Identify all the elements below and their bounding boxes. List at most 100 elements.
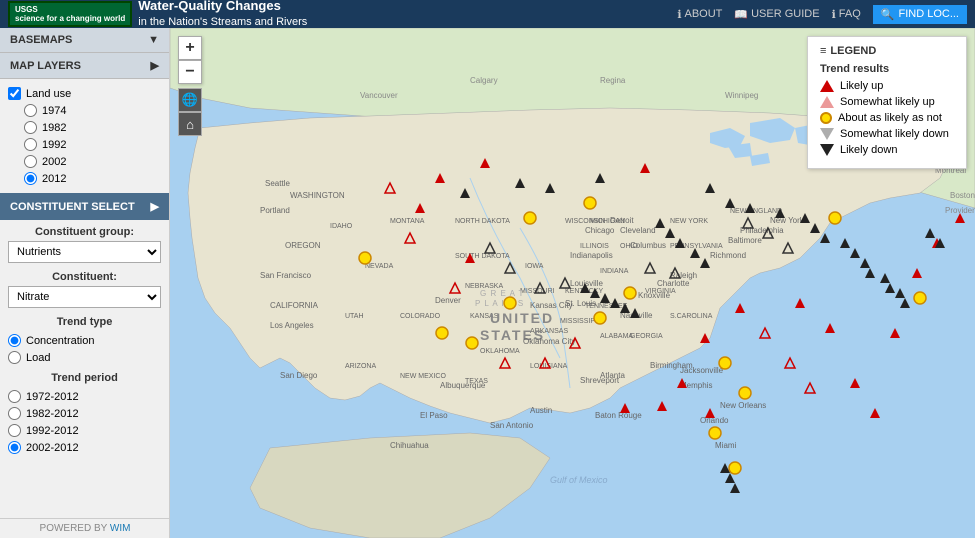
year-2012[interactable]: 2012	[24, 170, 161, 187]
likely-down-icon	[820, 144, 834, 156]
svg-text:COLORADO: COLORADO	[400, 313, 441, 320]
year-1982[interactable]: 1982	[24, 119, 161, 136]
svg-text:Richmond: Richmond	[710, 251, 746, 260]
period-1972[interactable]: 1972-2012	[8, 388, 161, 405]
land-use-checkbox[interactable]	[8, 87, 21, 100]
constituent-select-header[interactable]: CONSTITUENT SELECT ▶	[0, 193, 169, 220]
constituent-select[interactable]: Nitrate	[8, 286, 161, 308]
faq-nav[interactable]: ℹ FAQ	[832, 8, 861, 21]
year-options: 1974 1982 1992 2002 2012	[8, 102, 161, 187]
sidebar-top-controls: BASEMAPS ▼ MAP LAYERS ▶	[0, 28, 169, 79]
svg-text:Miami: Miami	[715, 441, 737, 450]
globe-button[interactable]: 🌐	[178, 88, 202, 112]
svg-text:Cleveland: Cleveland	[620, 226, 656, 235]
find-location-button[interactable]: 🔍 FIND LOC...	[873, 5, 967, 24]
svg-text:San Antonio: San Antonio	[490, 421, 534, 430]
svg-text:NEW YORK: NEW YORK	[670, 218, 708, 225]
svg-text:IDAHO: IDAHO	[330, 223, 353, 230]
legend-likely-down: Likely down	[820, 144, 954, 156]
period-1992[interactable]: 1992-2012	[8, 422, 161, 439]
svg-text:ARIZONA: ARIZONA	[345, 363, 376, 370]
svg-text:Jacksonville: Jacksonville	[680, 366, 724, 375]
svg-text:San Francisco: San Francisco	[260, 271, 312, 280]
constituent-label: Constituent:	[8, 271, 161, 283]
marker-about-as-not	[359, 252, 371, 264]
wim-link[interactable]: WIM	[110, 523, 131, 534]
globe-icon: 🌐	[182, 92, 198, 108]
marker-about-as-not	[524, 212, 536, 224]
legend-icon: ≡	[820, 45, 826, 57]
chevron-icon: ▶	[151, 59, 159, 72]
constituent-group-field: Constituent group: Nutrients	[8, 226, 161, 263]
marker-about-as-not	[436, 327, 448, 339]
svg-text:Baton Rouge: Baton Rouge	[595, 411, 642, 420]
year-2002[interactable]: 2002	[24, 153, 161, 170]
svg-text:El Paso: El Paso	[420, 411, 448, 420]
trend-concentration[interactable]: Concentration	[8, 332, 161, 349]
basemaps-toggle[interactable]: BASEMAPS ▼	[0, 28, 169, 53]
svg-text:ILLINOIS: ILLINOIS	[580, 243, 609, 250]
svg-text:Charlotte: Charlotte	[657, 279, 690, 288]
usgs-logo: USGS science for a changing world Water-…	[8, 0, 307, 30]
svg-text:Kansas City: Kansas City	[530, 301, 573, 310]
marker-about-as-not	[584, 197, 596, 209]
svg-text:ALABAMA: ALABAMA	[600, 333, 633, 340]
marker-about-as-not	[729, 462, 741, 474]
trend-load[interactable]: Load	[8, 349, 161, 366]
svg-text:Boston: Boston	[950, 191, 975, 200]
svg-text:NEW MEXICO: NEW MEXICO	[400, 373, 446, 380]
svg-text:NEW ENGLAND: NEW ENGLAND	[730, 208, 782, 215]
constituent-group-label: Constituent group:	[8, 226, 161, 238]
svg-text:P L A I N S: P L A I N S	[475, 299, 524, 308]
marker-about-as-not	[914, 292, 926, 304]
usgs-badge: USGS science for a changing world	[8, 1, 132, 27]
marker-about-as-not	[739, 387, 751, 399]
svg-text:Regina: Regina	[600, 76, 626, 85]
svg-text:Chihuahua: Chihuahua	[390, 441, 429, 450]
svg-text:OKLAHOMA: OKLAHOMA	[480, 348, 520, 355]
svg-text:Indianapolis: Indianapolis	[570, 251, 613, 260]
svg-text:Denver: Denver	[435, 296, 461, 305]
concentration-radio[interactable]	[8, 334, 21, 347]
svg-text:Chicago: Chicago	[585, 226, 615, 235]
svg-text:OREGON: OREGON	[285, 241, 321, 250]
trend-period-title: Trend period	[8, 372, 161, 384]
legend-somewhat-down: Somewhat likely down	[820, 128, 954, 140]
zoom-out-button[interactable]: −	[178, 60, 202, 84]
svg-text:Los Angeles: Los Angeles	[270, 321, 314, 330]
legend-header: ≡ LEGEND	[820, 45, 954, 57]
marker-about-as-not	[719, 357, 731, 369]
marker-about-as-not	[466, 337, 478, 349]
year-1992[interactable]: 1992	[24, 136, 161, 153]
load-radio[interactable]	[8, 351, 21, 364]
map-container[interactable]: WASHINGTON OREGON CALIFORNIA IDAHO NEVAD…	[170, 28, 975, 538]
period-2002[interactable]: 2002-2012	[8, 439, 161, 456]
powered-by: POWERED BY WIM	[0, 518, 170, 538]
svg-text:Seattle: Seattle	[265, 179, 290, 188]
svg-text:NORTH DAKOTA: NORTH DAKOTA	[455, 218, 510, 225]
somewhat-up-icon	[820, 96, 834, 108]
user-guide-nav[interactable]: 📖 USER GUIDE	[734, 8, 819, 21]
home-button[interactable]: ⌂	[178, 112, 202, 136]
legend-title: Trend results	[820, 63, 954, 75]
header-right: ℹ ABOUT 📖 USER GUIDE ℹ FAQ 🔍 FIND LOC...	[677, 5, 967, 24]
svg-text:UTAH: UTAH	[345, 313, 364, 320]
zoom-in-button[interactable]: +	[178, 36, 202, 60]
search-icon: 🔍	[881, 8, 895, 21]
legend-panel: ≡ LEGEND Trend results Likely up Somewha…	[807, 36, 967, 169]
svg-text:Albuquerque: Albuquerque	[440, 381, 486, 390]
svg-text:CALIFORNIA: CALIFORNIA	[270, 301, 319, 310]
map-layers-toggle[interactable]: MAP LAYERS ▶	[0, 53, 169, 79]
about-as-not-icon	[820, 112, 832, 124]
svg-text:IOWA: IOWA	[525, 263, 544, 270]
app-title: Water-Quality Changes in the Nation's St…	[138, 0, 307, 30]
period-1982[interactable]: 1982-2012	[8, 405, 161, 422]
marker-about-as-not	[504, 297, 516, 309]
chevron-right-icon: ▶	[151, 200, 159, 213]
marker-about-as-not	[624, 287, 636, 299]
land-use-layer[interactable]: Land use	[8, 85, 161, 102]
year-1974[interactable]: 1974	[24, 102, 161, 119]
constituent-group-select[interactable]: Nutrients	[8, 241, 161, 263]
legend-likely-up: Likely up	[820, 80, 954, 92]
about-nav[interactable]: ℹ ABOUT	[677, 8, 722, 21]
